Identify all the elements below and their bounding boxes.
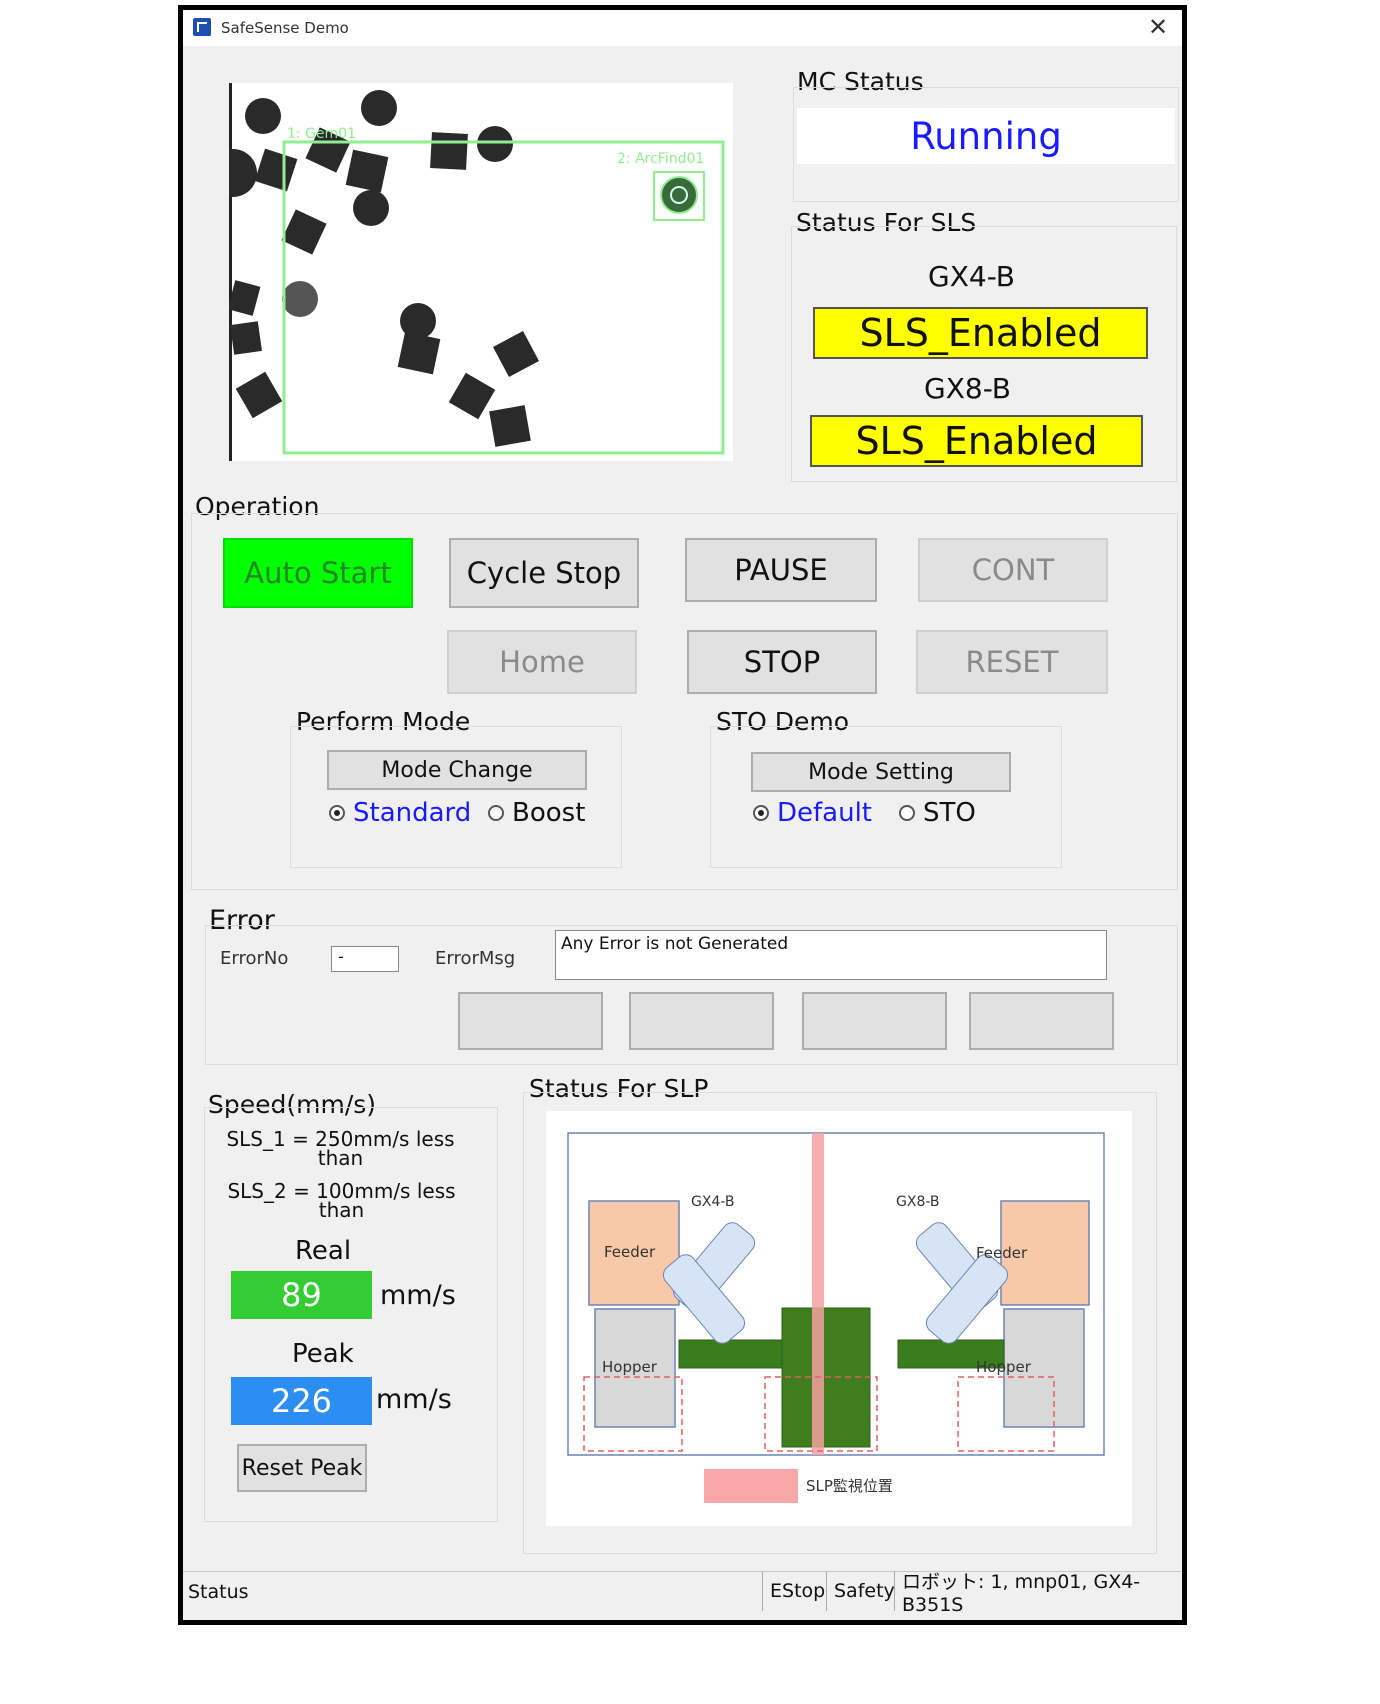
mc-status-value: Running [910,114,1062,158]
boost-radio-indicator [488,805,504,821]
standard-radio-indicator [329,805,345,821]
window-title: SafeSense Demo [221,19,349,37]
sls-robot2-status: SLS_Enabled [810,415,1143,467]
default-radio-label: Default [777,798,872,828]
real-value: 89 [231,1271,372,1319]
title-bar: SafeSense Demo ✕ [183,10,1182,46]
error-no-field[interactable]: - [331,946,399,972]
default-radio-indicator [753,805,769,821]
error-action-button-1[interactable] [458,992,603,1050]
real-unit: mm/s [380,1280,456,1311]
error-msg-field[interactable]: Any Error is not Generated [555,930,1107,980]
slp-robot-left-label: GX4-B [691,1194,735,1210]
slp-robot-right-label: GX8-B [896,1194,940,1210]
mode-change-button[interactable]: Mode Change [327,750,587,790]
peak-unit: mm/s [376,1384,452,1415]
pause-button[interactable]: PAUSE [685,538,877,602]
error-no-label: ErrorNo [220,948,289,969]
sls2-line2: than [318,1198,365,1222]
stop-button[interactable]: STOP [687,630,877,694]
sto-demo-group [710,726,1062,868]
close-icon[interactable]: ✕ [1148,13,1168,41]
cont-button[interactable]: CONT [918,538,1108,602]
peak-label: Peak [292,1339,354,1369]
boost-radio[interactable]: Boost [488,798,585,828]
slp-feeder-right-label: Feeder [976,1244,1028,1262]
peak-value: 226 [231,1377,372,1425]
sls-robot2-label: GX8-B [924,372,1012,405]
camera-view: 1: Gem01 2: ArcFind01 [229,83,733,461]
mc-status-value-box: Running [797,108,1175,164]
sto-radio-label: STO [923,798,976,828]
roi-label-gem: 1: Gem01 [287,126,356,142]
mode-setting-button[interactable]: Mode Setting [751,752,1011,792]
app-icon [193,18,211,36]
sls2-description: SLS_2 = 100mm/s less than [209,1181,474,1222]
estop-indicator: EStop [762,1571,826,1611]
safety-indicator: Safety [826,1571,895,1611]
sto-radio[interactable]: STO [899,798,976,828]
robot-info: ロボット: 1, mnp01, GX4-B351S [894,1571,1182,1616]
error-action-button-2[interactable] [629,992,774,1050]
boost-radio-label: Boost [512,798,586,828]
sls1-line2: than [317,1146,364,1170]
sls-robot1-status: SLS_Enabled [813,307,1148,359]
default-radio[interactable]: Default [753,798,872,828]
status-text: Status [188,1581,249,1603]
slp-legend-label: SLP監視位置 [806,1477,893,1495]
slp-hopper-left-label: Hopper [602,1358,658,1376]
error-msg-label: ErrorMsg [435,948,516,969]
slp-diagram-svg: GX4-B GX8-B Feeder Feeder Hopper Hopper … [567,1132,1105,1503]
slp-hopper-right-label: Hopper [976,1358,1032,1376]
perform-mode-group [290,726,622,868]
sto-radio-indicator [899,805,915,821]
sls-robot1-label: GX4-B [928,260,1016,293]
error-action-button-3[interactable] [802,992,947,1050]
standard-radio-label: Standard [353,798,472,828]
slp-diagram: GX4-B GX8-B Feeder Feeder Hopper Hopper … [546,1111,1132,1526]
app-window: SafeSense Demo ✕ 1: Gem01 2: ArcFind01 M… [178,5,1187,1625]
reset-button[interactable]: RESET [916,630,1108,694]
reset-peak-button[interactable]: Reset Peak [237,1444,367,1492]
roi-label-arc: 2: ArcFind01 [617,151,704,167]
error-action-button-4[interactable] [969,992,1114,1050]
auto-start-button[interactable]: Auto Start [223,538,413,608]
camera-image: 1: Gem01 2: ArcFind01 [229,83,725,461]
real-label: Real [295,1236,352,1266]
home-button[interactable]: Home [447,630,637,694]
cycle-stop-button[interactable]: Cycle Stop [449,538,639,608]
sls1-description: SLS_1 = 250mm/s less than [208,1129,473,1170]
standard-radio[interactable]: Standard [329,798,471,828]
slp-feeder-left-label: Feeder [604,1243,656,1261]
